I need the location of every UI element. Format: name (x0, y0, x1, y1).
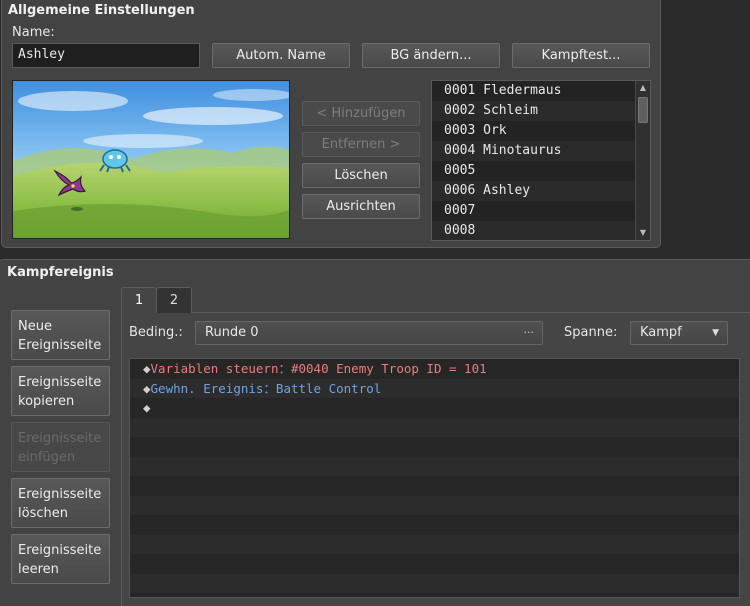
event-command-text: Variablen steuern：#0040 Enemy Troop ID =… (150, 361, 487, 376)
empty-command-row[interactable] (130, 593, 739, 597)
empty-command-row[interactable] (130, 437, 739, 457)
name-label: Name: (12, 25, 55, 40)
change-bg-button[interactable]: BG ändern... (362, 43, 500, 68)
slime-monster-icon[interactable] (97, 143, 133, 173)
new-event-page-button[interactable]: Neue Ereignisseite (11, 310, 110, 360)
add-enemy-button[interactable]: < Hinzufügen (302, 101, 420, 126)
delete-event-page-button[interactable]: Ereignisseite löschen (11, 478, 110, 528)
span-value: Kampf (640, 325, 682, 340)
empty-command-row[interactable] (130, 573, 739, 593)
empty-command-row[interactable] (130, 534, 739, 554)
event-command-rows: ◆Variablen steuern：#0040 Enemy Troop ID … (130, 359, 739, 597)
condition-label: Beding.: (129, 325, 183, 340)
battle-test-button[interactable]: Kampftest... (512, 43, 650, 68)
battle-event-title: Kampfereignis (7, 265, 114, 280)
auto-name-button[interactable]: Autom. Name (212, 43, 350, 68)
scroll-down-arrow-icon[interactable]: ▼ (636, 226, 650, 240)
condition-field[interactable]: Runde 0 ··· (195, 321, 543, 345)
empty-command-row[interactable] (130, 495, 739, 515)
empty-command-row[interactable] (130, 554, 739, 574)
event-command-text: Gewhn. Ereignis：Battle Control (150, 380, 382, 396)
bat-shadow (71, 207, 83, 211)
empty-command-row[interactable] (130, 476, 739, 496)
scroll-thumb[interactable] (638, 97, 648, 123)
diamond-icon: ◆ (143, 380, 151, 396)
event-command-row[interactable]: ◆ (130, 398, 739, 418)
empty-command-row[interactable] (130, 417, 739, 437)
tab-page-2[interactable]: 2 (156, 287, 192, 313)
event-command-row[interactable]: ◆Variablen steuern：#0040 Enemy Troop ID … (130, 359, 739, 379)
span-label: Spanne: (564, 325, 618, 340)
enemy-list[interactable]: 0001 Fledermaus 0002 Schleim 0003 Ork 0004 … (431, 80, 651, 241)
event-command-row[interactable]: ◆Gewhn. Ereignis：Battle Control (130, 378, 739, 398)
span-select[interactable]: Kampf ▼ (630, 321, 728, 345)
align-button[interactable]: Ausrichten (302, 194, 420, 219)
chevron-down-icon[interactable]: ▼ (712, 322, 719, 344)
event-command-list[interactable]: ◆Variablen steuern：#0040 Enemy Troop ID … (129, 358, 740, 598)
battle-preview[interactable] (12, 80, 290, 239)
name-input[interactable]: Ashley (12, 43, 200, 68)
diamond-icon: ◆ (143, 400, 151, 415)
general-settings-title: Allgemeine Einstellungen (8, 3, 195, 18)
remove-enemy-button[interactable]: Entfernen > (302, 132, 420, 157)
enemy-list-item[interactable]: 0001 Fledermaus (432, 81, 650, 101)
delete-button[interactable]: Löschen (302, 163, 420, 188)
bat-monster-icon[interactable] (51, 167, 91, 201)
empty-command-row[interactable] (130, 515, 739, 535)
empty-command-row[interactable] (130, 456, 739, 476)
enemy-list-item[interactable]: 0006 Ashley (432, 181, 650, 201)
scroll-up-arrow-icon[interactable]: ▲ (636, 81, 650, 95)
enemy-list-item[interactable]: 0003 Ork (432, 121, 650, 141)
enemy-list-item[interactable]: 0008 (432, 221, 650, 240)
enemy-list-item[interactable]: 0004 Minotaurus (432, 141, 650, 161)
condition-value: Runde 0 (205, 325, 259, 340)
clear-event-page-button[interactable]: Ereignisseite leeren (11, 534, 110, 584)
enemy-list-item[interactable]: 0002 Schleim (432, 101, 650, 121)
tab-page-1[interactable]: 1 (121, 287, 157, 313)
enemy-list-item[interactable]: 0007 (432, 201, 650, 221)
paste-event-page-button[interactable]: Ereignisseite einfügen (11, 422, 110, 472)
diamond-icon: ◆ (143, 361, 151, 376)
enemy-list-rows: 0001 Fledermaus 0002 Schleim 0003 Ork 0004 … (432, 81, 650, 240)
enemy-list-scrollbar[interactable]: ▲ ▼ (635, 81, 650, 240)
condition-ellipsis-icon[interactable]: ··· (524, 322, 535, 344)
battleback-image (13, 81, 289, 238)
enemy-list-item[interactable]: 0005 (432, 161, 650, 181)
copy-event-page-button[interactable]: Ereignisseite kopieren (11, 366, 110, 416)
